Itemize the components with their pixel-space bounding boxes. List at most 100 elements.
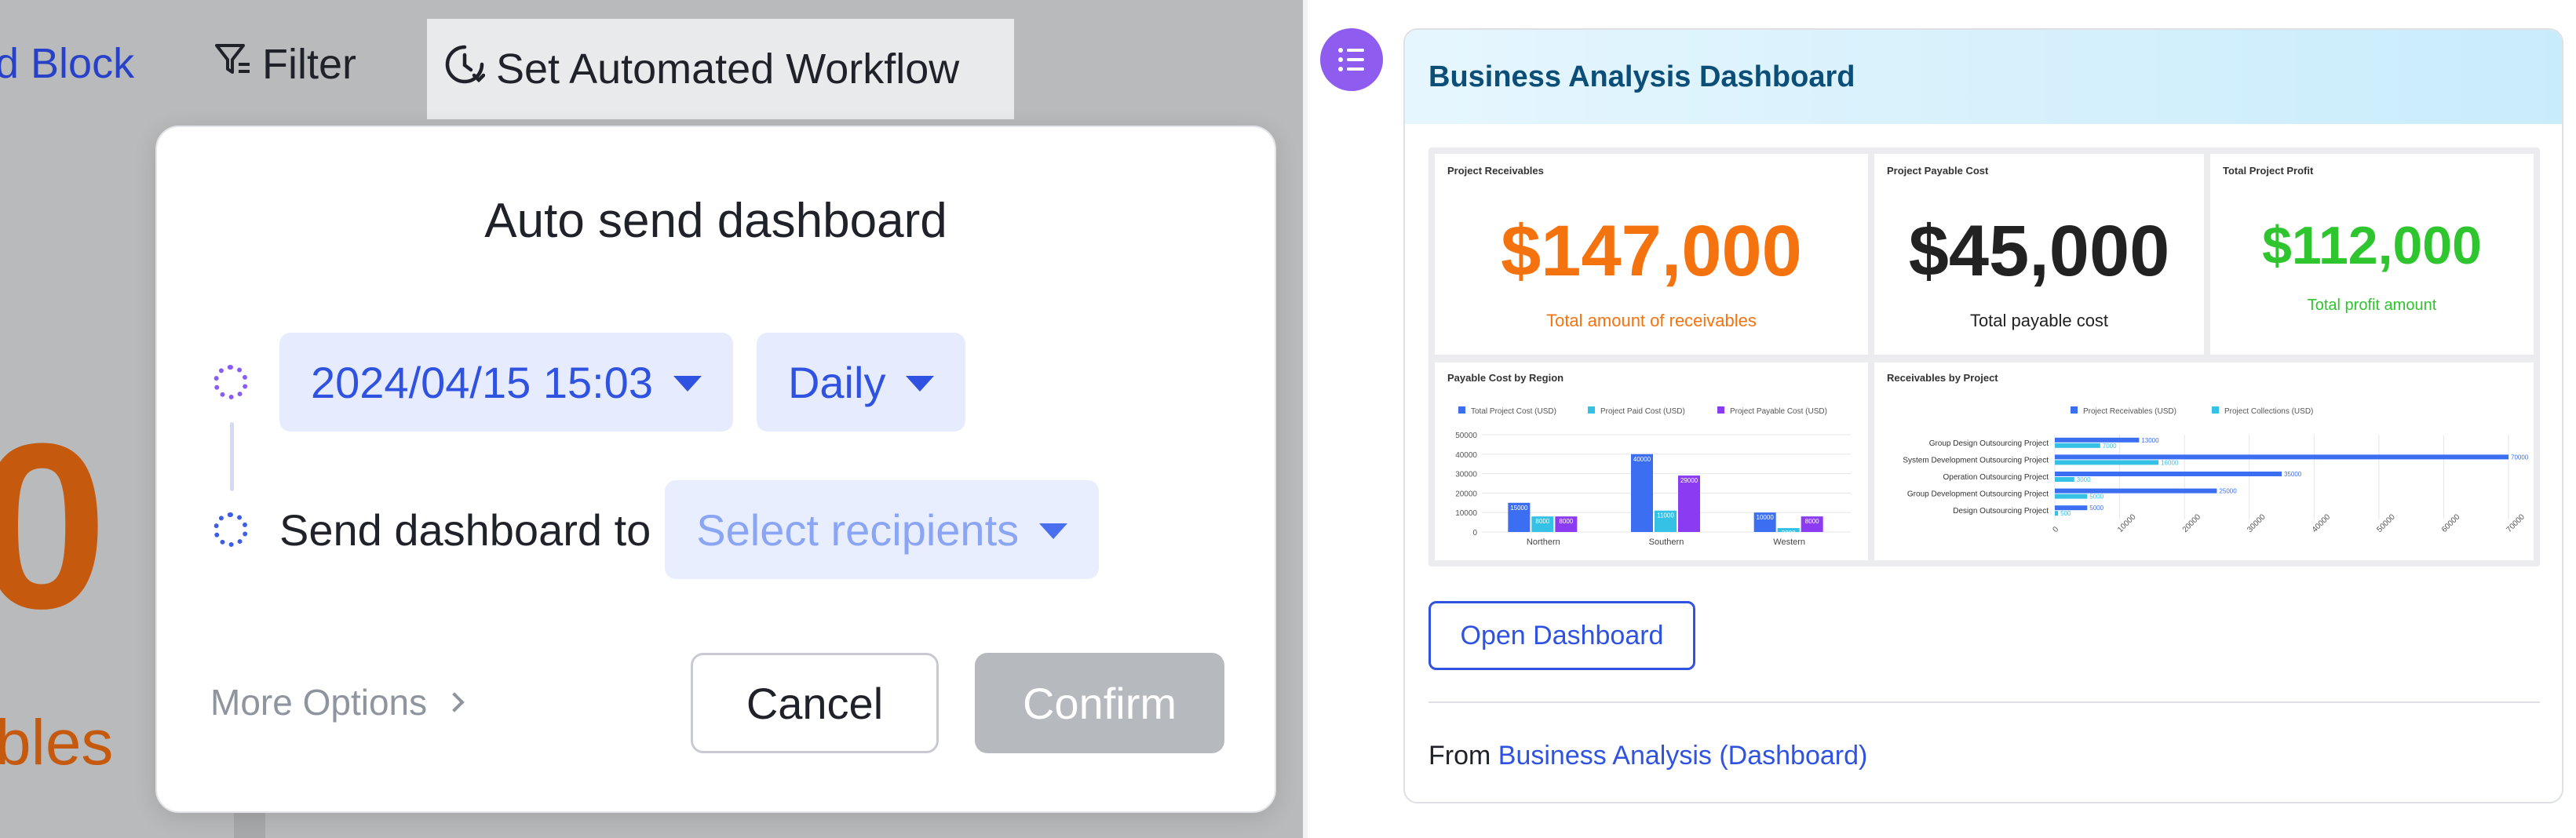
kpi-subtitle: Total amount of receivables [1546, 311, 1757, 330]
y-tick-label: System Development Outsourcing Project [1903, 456, 2049, 465]
legend-swatch [2071, 406, 2078, 414]
x-tick-label: Western [1773, 537, 1805, 547]
bar [2055, 494, 2088, 499]
recipients-placeholder: Select recipients [696, 505, 1020, 555]
schedule-step-icon [213, 365, 248, 399]
block-toolbar: d Block Filter Set Automated Workflow [0, 0, 1303, 119]
bar [2055, 488, 2217, 494]
background-strip [234, 813, 265, 838]
data-label: 13000 [2141, 437, 2159, 444]
legend-label: Project Paid Cost (USD) [1600, 407, 1685, 416]
more-options-link[interactable]: More Options [210, 681, 465, 723]
more-options-label: More Options [210, 682, 428, 723]
data-label: 70000 [2511, 454, 2529, 461]
add-block-label: d Block [0, 40, 135, 87]
chart-payable-cost-by-region: Payable Cost by Region Total Project Cos… [1435, 363, 1868, 560]
card-title: Business Analysis Dashboard [1428, 60, 1855, 93]
add-block-button[interactable]: d Block [0, 39, 134, 88]
card-divider [1428, 701, 2540, 703]
data-label: 8000 [1535, 518, 1549, 525]
data-label: 8000 [1805, 518, 1819, 525]
set-automated-workflow-button[interactable]: Set Automated Workflow [427, 19, 1014, 119]
legend-swatch [1458, 406, 1465, 414]
data-label: 29000 [1680, 477, 1698, 484]
y-tick-label: 30000 [1455, 471, 1477, 479]
confirm-button[interactable]: Confirm [975, 653, 1224, 753]
source-link[interactable]: Business Analysis (Dashboard) [1498, 741, 1868, 771]
y-tick-label: 50000 [1455, 432, 1477, 440]
data-label: 7000 [2103, 443, 2117, 450]
bar [2055, 477, 2074, 482]
data-label: 40000 [1633, 456, 1651, 463]
filter-label: Filter [262, 40, 356, 88]
data-label: 10000 [1757, 514, 1775, 521]
kpi-subtitle: Total payable cost [1969, 311, 2109, 330]
kpi-value: $147,000 [1501, 211, 1802, 291]
auto-send-dialog: Auto send dashboard 2024/04/15 15:03 Dai… [155, 126, 1276, 813]
chat-message-panel: Business Analysis Dashboard Project Rece… [1308, 0, 2576, 838]
legend-label: Project Receivables (USD) [2083, 407, 2176, 416]
recipients-select[interactable]: Select recipients [665, 480, 1100, 579]
open-dashboard-button[interactable]: Open Dashboard [1428, 601, 1695, 670]
bar [1631, 454, 1653, 532]
data-label: 5000 [2089, 494, 2103, 501]
bar-chart-projects: Project Receivables (USD) Project Collect… [1903, 406, 2529, 534]
workflow-panel: d Block Filter Set Automated Workflow 0 … [0, 0, 1303, 838]
legend-swatch [1717, 406, 1724, 414]
message-source: From Business Analysis (Dashboard) [1428, 741, 1867, 771]
legend-label: Project Payable Cost (USD) [1730, 407, 1827, 416]
data-label: 8000 [1559, 518, 1573, 525]
kpi-payable-cost: Project Payable Cost $45,000 Total payab… [1874, 154, 2204, 355]
bar [2055, 460, 2159, 465]
y-tick-label: 40000 [1455, 451, 1477, 460]
kpi-title: Project Payable Cost [1887, 165, 1989, 177]
x-tick-label: 0 [2052, 525, 2061, 534]
filter-button[interactable]: Filter [213, 39, 356, 89]
y-tick-label: Operation Outsourcing Project [1943, 473, 2049, 482]
chart-title: Payable Cost by Region [1447, 372, 1564, 384]
kpi-subtitle: Total profit amount [2307, 297, 2437, 314]
recipients-row: Send dashboard to Select recipients [213, 480, 1100, 579]
bar-chart-region: Total Project Cost (USD) Project Paid Cos… [1455, 406, 1851, 547]
kpi-receivables: Project Receivables $147,000 Total amoun… [1435, 154, 1868, 355]
data-label: 3000 [2077, 476, 2091, 483]
set-automated-workflow-label: Set Automated Workflow [496, 46, 960, 93]
caret-down-icon [1039, 523, 1068, 539]
list-icon [1338, 48, 1364, 71]
background-big-value: 0 [0, 394, 108, 658]
legend-swatch [2212, 406, 2219, 414]
caret-down-icon [673, 376, 702, 392]
chart-title: Receivables by Project [1887, 372, 1998, 384]
frequency-value: Daily [787, 357, 886, 407]
card-header: Business Analysis Dashboard [1405, 30, 2562, 124]
legend-label: Total Project Cost (USD) [1471, 407, 1556, 416]
kpi-profit: Total Project Profit $112,000 Total prof… [2210, 154, 2534, 355]
data-label: 35000 [2284, 471, 2302, 478]
bar [2055, 437, 2140, 443]
bar [2055, 443, 2100, 448]
y-tick-label: Group Development Outsourcing Project [1907, 490, 2049, 499]
x-tick-label: Southern [1649, 537, 1684, 547]
bot-avatar[interactable] [1320, 28, 1383, 91]
frequency-select[interactable]: Daily [756, 333, 966, 432]
caret-down-icon [906, 376, 935, 392]
y-tick-label: Design Outsourcing Project [1953, 507, 2049, 516]
recipients-step-icon [213, 512, 248, 547]
dashboard-preview[interactable]: Project Receivables $147,000 Total amoun… [1428, 148, 2540, 567]
workflow-clock-icon [444, 44, 486, 95]
kpi-value: $45,000 [1908, 211, 2170, 291]
chart-receivables-by-project: Receivables by Project Project Receivabl… [1874, 363, 2534, 560]
kpi-title: Project Receivables [1447, 165, 1544, 177]
cancel-button[interactable]: Cancel [691, 653, 939, 753]
data-label: 5000 [2089, 505, 2103, 512]
data-label: 2000 [1782, 530, 1796, 537]
bar [2055, 511, 2059, 516]
schedule-row: 2024/04/15 15:03 Daily [213, 333, 966, 432]
from-prefix: From [1428, 741, 1491, 771]
datetime-picker[interactable]: 2024/04/15 15:03 [279, 333, 733, 432]
y-tick-label: 20000 [1455, 490, 1477, 498]
chevron-right-icon [444, 692, 465, 712]
datetime-value: 2024/04/15 15:03 [311, 357, 653, 407]
y-tick-label: Group Design Outsourcing Project [1929, 439, 2049, 448]
kpi-value: $112,000 [2262, 216, 2482, 275]
